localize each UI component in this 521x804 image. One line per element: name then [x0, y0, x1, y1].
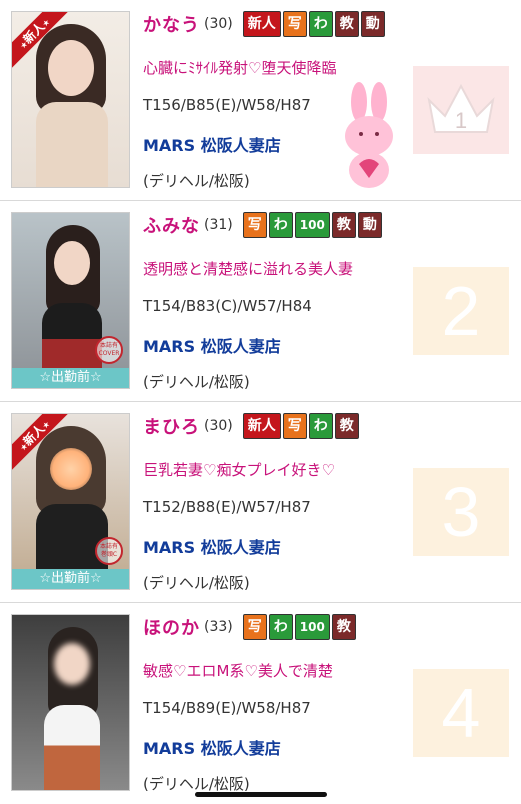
- rank-badge: 2: [413, 267, 509, 355]
- status-banner: ☆出勤前☆: [12, 368, 129, 388]
- listing-name[interactable]: かなう: [143, 11, 200, 37]
- face-blur: [54, 643, 90, 685]
- area-text: (デリヘル/松阪): [143, 172, 250, 190]
- badge-edu: 教: [331, 614, 356, 640]
- home-indicator[interactable]: [195, 792, 327, 797]
- spec-text: T152/B88(E)/W57/H87: [143, 498, 311, 516]
- face-blur: [50, 448, 92, 490]
- rank-number: 3: [441, 473, 481, 551]
- area-text: (デリヘル/松阪): [143, 574, 250, 592]
- badge-wa: わ: [268, 212, 293, 238]
- shop-link[interactable]: MARS 松阪人妻店: [143, 735, 281, 759]
- rank-number: 4: [441, 674, 481, 752]
- shop-link[interactable]: MARS 松阪人妻店: [143, 132, 281, 156]
- listing-card[interactable]: ★新人★ 本誌有 巻頭C ☆出勤前☆ まひろ (30) 新人 写 わ 教 巨乳若…: [0, 402, 521, 603]
- listing-age: (30): [204, 418, 233, 434]
- listing-age: (31): [204, 217, 233, 233]
- rank-number: 2: [441, 272, 481, 350]
- badge-100: 100: [294, 614, 330, 640]
- catchphrase: 透明感と清楚感に溢れる美人妻: [143, 260, 354, 278]
- rank-badge: 3: [413, 468, 509, 556]
- status-banner: ☆出勤前☆: [12, 569, 129, 589]
- rank-number: 1: [455, 108, 467, 133]
- badge-wa: わ: [268, 614, 293, 640]
- badge-new: 新人: [242, 11, 281, 37]
- catchphrase: 敏感♡エロM系♡美人で清楚: [143, 662, 333, 680]
- profile-photo[interactable]: 本誌有 COVER ☆出勤前☆: [11, 212, 130, 389]
- badge-photo: 写: [282, 11, 307, 37]
- profile-photo[interactable]: ★新人★: [11, 11, 130, 188]
- listing-card[interactable]: ほのか (33) 写 わ 100 教 敏感♡エロM系♡美人で清楚 T154/B8…: [0, 603, 521, 804]
- listing-name[interactable]: まひろ: [143, 413, 200, 439]
- stamp-badge: 本誌有 COVER: [95, 336, 123, 364]
- listing-card[interactable]: 本誌有 COVER ☆出勤前☆ ふみな (31) 写 わ 100 教 動 透明感…: [0, 201, 521, 402]
- stamp-badge: 本誌有 巻頭C: [95, 537, 123, 565]
- area-text: (デリヘル/松阪): [143, 775, 250, 793]
- badge-move: 動: [360, 11, 385, 37]
- badge-new: 新人: [242, 413, 281, 439]
- catchphrase: 心臓にﾐｻｲﾙ発射♡堕天使降臨: [143, 59, 337, 77]
- badge-move: 動: [357, 212, 382, 238]
- catchphrase: 巨乳若妻♡痴女プレイ好き♡: [143, 461, 335, 479]
- listing-age: (30): [204, 16, 233, 32]
- crown-icon: 1: [427, 83, 495, 133]
- badge-edu: 教: [334, 413, 359, 439]
- shop-link[interactable]: MARS 松阪人妻店: [143, 534, 281, 558]
- badge-photo: 写: [242, 614, 267, 640]
- shop-link[interactable]: MARS 松阪人妻店: [143, 333, 281, 357]
- badge-photo: 写: [282, 413, 307, 439]
- listing-name[interactable]: ほのか: [143, 614, 200, 640]
- badge-wa: わ: [308, 11, 333, 37]
- profile-photo[interactable]: [11, 614, 130, 791]
- rank-badge: 4: [413, 669, 509, 757]
- badge-edu: 教: [334, 11, 359, 37]
- bunny-icon: [345, 82, 393, 188]
- listing-name[interactable]: ふみな: [143, 212, 200, 238]
- badge-wa: わ: [308, 413, 333, 439]
- area-text: (デリヘル/松阪): [143, 373, 250, 391]
- badge-photo: 写: [242, 212, 267, 238]
- spec-text: T156/B85(E)/W58/H87: [143, 96, 311, 114]
- spec-text: T154/B89(E)/W58/H87: [143, 699, 311, 717]
- listing-age: (33): [204, 619, 233, 635]
- rank-badge: 1: [413, 66, 509, 154]
- profile-photo[interactable]: ★新人★ 本誌有 巻頭C ☆出勤前☆: [11, 413, 130, 590]
- badge-100: 100: [294, 212, 330, 238]
- listing-card[interactable]: ★新人★ かなう (30) 新人 写 わ 教 動 心臓にﾐｻｲﾙ発射♡堕天使降臨…: [0, 0, 521, 201]
- badge-edu: 教: [331, 212, 356, 238]
- spec-text: T154/B83(C)/W57/H84: [143, 297, 312, 315]
- ranking-list: ★新人★ かなう (30) 新人 写 わ 教 動 心臓にﾐｻｲﾙ発射♡堕天使降臨…: [0, 0, 521, 804]
